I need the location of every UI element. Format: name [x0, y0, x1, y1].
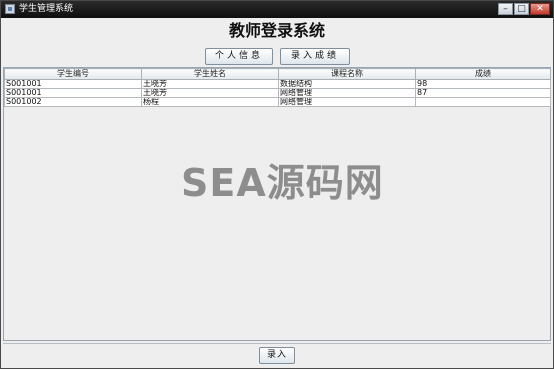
submit-button[interactable]: 录入: [259, 347, 295, 364]
score-cell[interactable]: 98: [415, 79, 551, 89]
student-name-cell[interactable]: 杨程: [141, 97, 279, 107]
scores-table: 学生编号 学生姓名 课程名称 成绩 S001001 王晓芳 数据结构 98 S0…: [4, 68, 551, 107]
page-title: 教师登录系统: [228, 21, 325, 40]
maximize-button[interactable]: □: [514, 3, 529, 15]
table-row[interactable]: S001001 王晓芳 网络管理 87: [4, 88, 551, 98]
window-title: 学生管理系统: [19, 4, 74, 14]
score-cell[interactable]: [415, 97, 551, 107]
course-name-cell[interactable]: 网络管理: [278, 88, 416, 98]
column-header-student-id[interactable]: 学生编号: [4, 68, 142, 80]
footer-divider: [3, 343, 551, 344]
app-window: 学生管理系统 – □ ✕ 教师登录系统 个人信息 录入成绩 学生编号 学生姓名 …: [0, 0, 554, 369]
column-header-student-name[interactable]: 学生姓名: [141, 68, 279, 80]
student-id-cell[interactable]: S001002: [4, 97, 142, 107]
student-name-cell[interactable]: 王晓芳: [141, 79, 279, 89]
column-header-course-name[interactable]: 课程名称: [278, 68, 416, 80]
personal-info-button[interactable]: 个人信息: [205, 48, 273, 65]
student-id-cell[interactable]: S001001: [4, 88, 142, 98]
app-icon: [5, 4, 15, 14]
table-row[interactable]: S001001 王晓芳 数据结构 98: [4, 79, 551, 89]
course-name-cell[interactable]: 数据结构: [278, 79, 416, 89]
table-row[interactable]: S001002 杨程 网络管理: [4, 97, 551, 107]
minimize-button[interactable]: –: [498, 3, 513, 15]
watermark-text: SEA源码网: [181, 161, 384, 205]
column-header-score[interactable]: 成绩: [415, 68, 551, 80]
course-name-cell[interactable]: 网络管理: [278, 97, 416, 107]
close-button[interactable]: ✕: [530, 3, 550, 15]
enter-scores-button[interactable]: 录入成绩: [280, 48, 350, 65]
student-name-cell[interactable]: 王晓芳: [141, 88, 279, 98]
table-header-row: 学生编号 学生姓名 课程名称 成绩: [4, 68, 551, 80]
student-id-cell[interactable]: S001001: [4, 79, 142, 89]
window-controls: – □ ✕: [498, 3, 550, 16]
score-cell[interactable]: 87: [415, 88, 551, 98]
title-bar[interactable]: 学生管理系统 – □ ✕: [1, 1, 553, 18]
